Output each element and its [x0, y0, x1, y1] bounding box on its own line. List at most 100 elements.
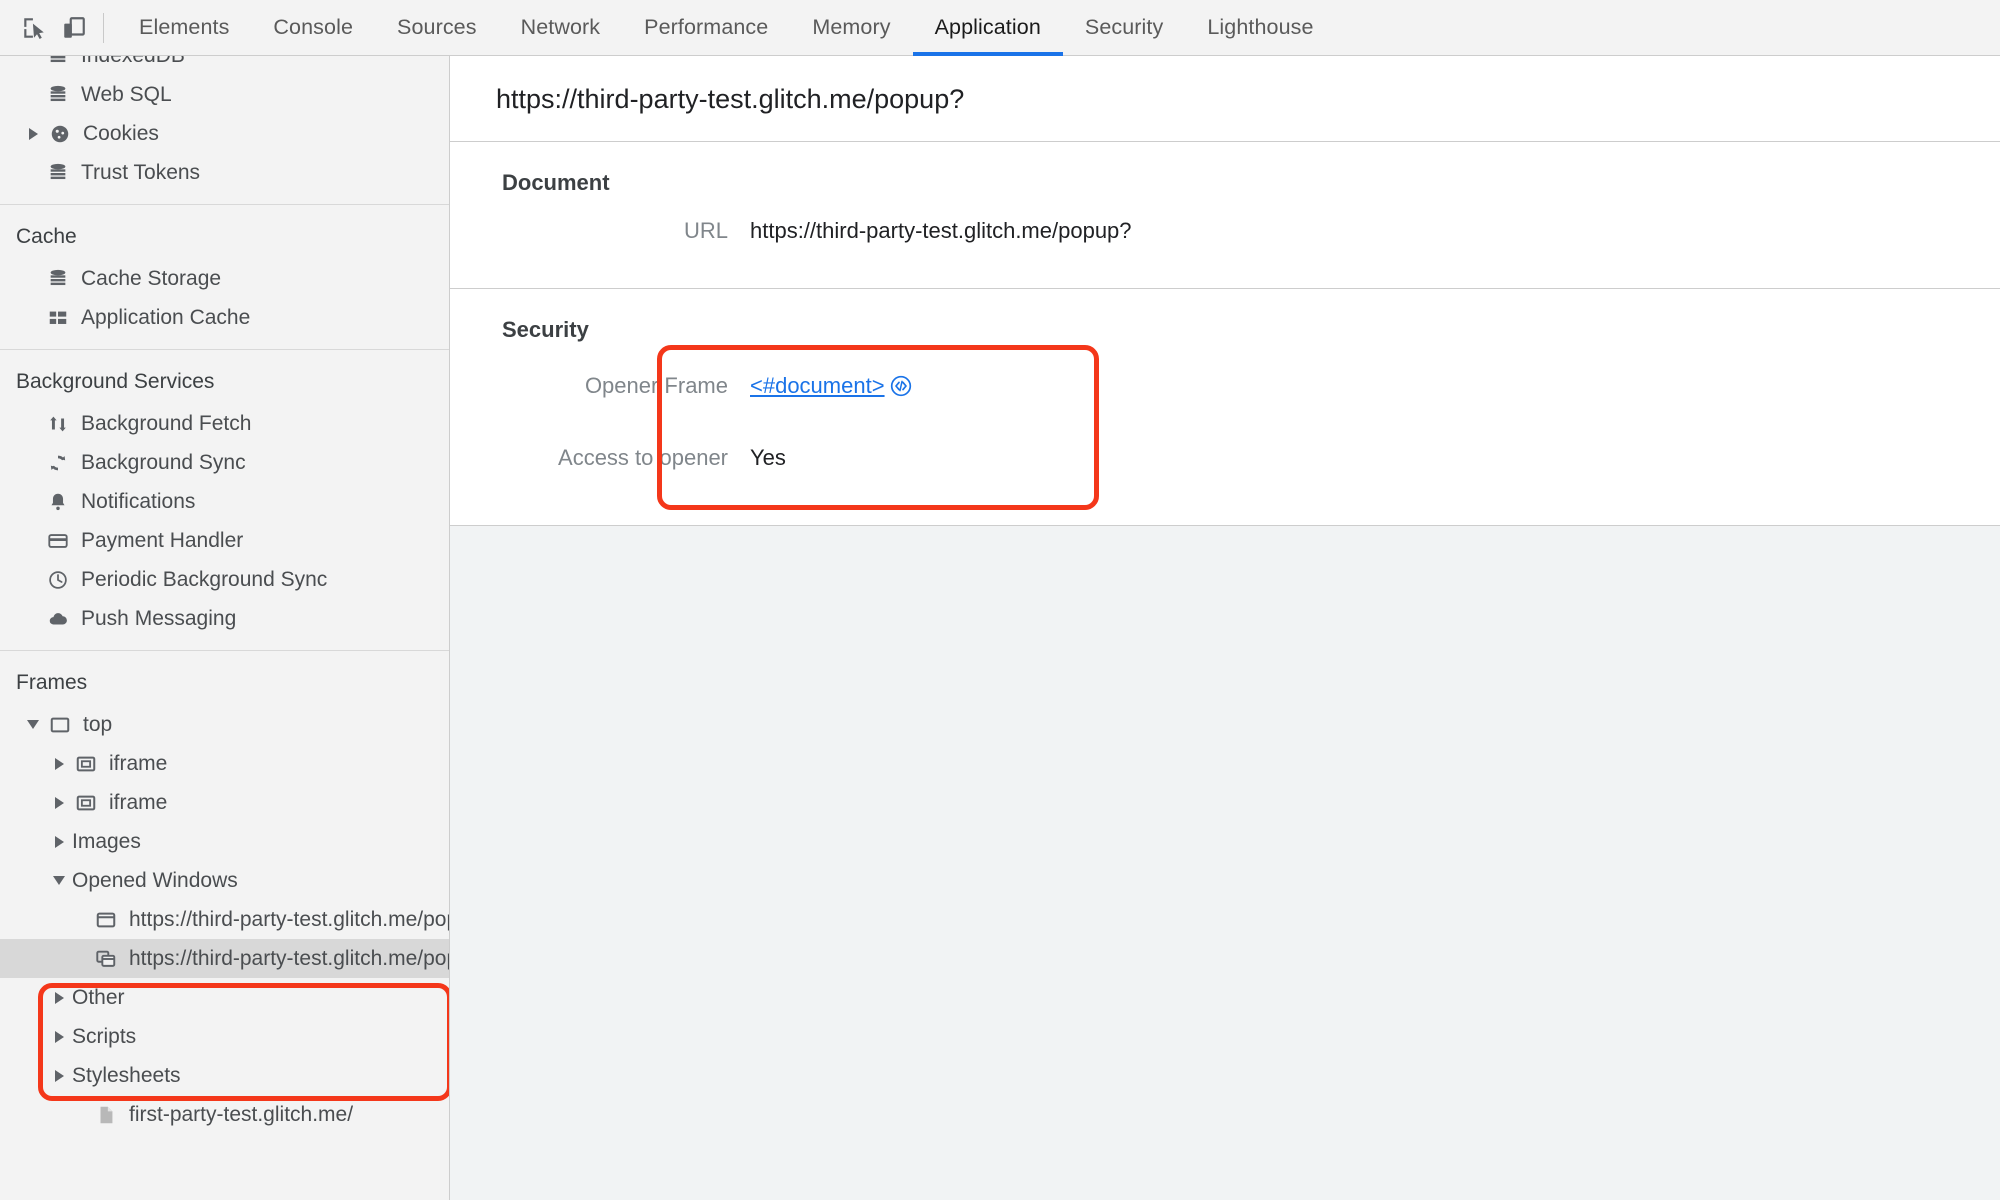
sidebar-item-web-sql[interactable]: Web SQL: [0, 75, 449, 114]
sidebar-item-background-fetch[interactable]: Background Fetch: [0, 404, 449, 443]
chevron-down-icon[interactable]: [22, 720, 44, 729]
sidebar-item-label: https://third-party-test.glitch.me/popup…: [129, 907, 449, 931]
sidebar-item-indexeddb[interactable]: IndexedDB: [0, 56, 449, 75]
frame-icon: [46, 714, 74, 736]
sidebar-item-opened-window-1[interactable]: https://third-party-test.glitch.me/popup…: [0, 900, 449, 939]
inspect-element-icon[interactable]: [14, 8, 54, 48]
sidebar-item-label: Cookies: [83, 121, 159, 145]
document-section: Document URL https://third-party-test.gl…: [450, 142, 2000, 289]
code-circle-icon[interactable]: [889, 374, 913, 398]
chevron-right-icon[interactable]: [48, 991, 70, 1004]
sidebar-item-label: Push Messaging: [81, 606, 237, 630]
database-icon: [44, 162, 72, 184]
tab-label: Lighthouse: [1207, 15, 1314, 39]
device-toolbar-icon[interactable]: [54, 8, 94, 48]
security-section: Security Opener Frame <#document> Access…: [450, 289, 2000, 526]
sidebar-item-cache-storage[interactable]: Cache Storage: [0, 259, 449, 298]
sidebar-item-iframe-2[interactable]: iframe: [0, 783, 449, 822]
database-icon: [44, 268, 72, 290]
iframe-icon: [72, 792, 100, 814]
document-url-value: https://third-party-test.glitch.me/popup…: [750, 218, 1132, 243]
tab-label: Elements: [139, 15, 230, 39]
sidebar-item-opened-window-2[interactable]: https://third-party-test.glitch.me/popup…: [0, 939, 449, 978]
sidebar-item-label: Background Sync: [81, 450, 246, 474]
chevron-right-icon[interactable]: [22, 127, 44, 140]
tab-label: Memory: [812, 15, 891, 39]
panel-tabs: Elements Console Sources Network Perform…: [117, 0, 1336, 56]
application-sidebar[interactable]: IndexedDB Web SQL Cookies: [0, 56, 450, 1200]
sidebar-group-title: Frames: [16, 671, 88, 694]
sidebar-item-label: Scripts: [72, 1024, 137, 1048]
tab-performance[interactable]: Performance: [622, 0, 790, 56]
tab-sources[interactable]: Sources: [375, 0, 499, 56]
tab-console[interactable]: Console: [251, 0, 375, 56]
credit-card-icon: [44, 530, 72, 552]
sidebar-item-label: Opened Windows: [72, 868, 238, 892]
opener-frame-key: Opener Frame: [584, 373, 728, 398]
chevron-right-icon[interactable]: [48, 796, 70, 809]
access-to-opener-key: Access to opener: [558, 445, 728, 470]
cloud-icon: [44, 608, 72, 630]
sidebar-item-opened-windows[interactable]: Opened Windows: [0, 861, 449, 900]
chevron-right-icon[interactable]: [48, 1069, 70, 1082]
tab-lighthouse[interactable]: Lighthouse: [1185, 0, 1335, 56]
sidebar-item-scripts[interactable]: Scripts: [0, 1017, 449, 1056]
sidebar-group-cache: Cache Cache Storage Application Cache: [0, 204, 449, 349]
sidebar-item-label: Cache Storage: [81, 266, 222, 290]
chevron-right-icon[interactable]: [48, 757, 70, 770]
tab-label: Application: [934, 15, 1041, 39]
sidebar-item-cookies[interactable]: Cookies: [0, 114, 449, 153]
sidebar-item-background-sync[interactable]: Background Sync: [0, 443, 449, 482]
devtools-toolbar: Elements Console Sources Network Perform…: [0, 0, 2000, 56]
sidebar-item-iframe-1[interactable]: iframe: [0, 744, 449, 783]
sidebar-item-periodic-background-sync[interactable]: Periodic Background Sync: [0, 560, 449, 599]
bell-icon: [44, 491, 72, 513]
sidebar-item-label: Payment Handler: [81, 528, 244, 552]
sidebar-item-label: Trust Tokens: [81, 160, 201, 184]
tab-memory[interactable]: Memory: [790, 0, 912, 56]
sidebar-item-images[interactable]: Images: [0, 822, 449, 861]
grid-icon: [44, 307, 72, 329]
sidebar-item-notifications[interactable]: Notifications: [0, 482, 449, 521]
opener-frame-row: Opener Frame <#document>: [450, 373, 2000, 399]
access-to-opener-row: Access to opener Yes: [450, 445, 2000, 471]
chevron-down-icon[interactable]: [48, 876, 70, 885]
tab-network[interactable]: Network: [499, 0, 623, 56]
sidebar-item-label: iframe: [109, 751, 168, 775]
clock-icon: [44, 569, 72, 591]
sync-icon: [44, 452, 72, 474]
document-url-key: URL: [683, 218, 728, 243]
tab-label: Network: [520, 15, 601, 39]
document-section-title: Document: [502, 170, 610, 195]
tab-security[interactable]: Security: [1063, 0, 1185, 56]
opener-frame-value: <#document>: [750, 373, 913, 399]
sidebar-item-payment-handler[interactable]: Payment Handler: [0, 521, 449, 560]
up-down-arrows-icon: [44, 413, 72, 435]
chevron-right-icon[interactable]: [48, 835, 70, 848]
document-url-row: URL https://third-party-test.glitch.me/p…: [450, 218, 2000, 244]
tab-label: Performance: [644, 15, 769, 39]
iframe-icon: [72, 753, 100, 775]
toolbar-divider: [103, 12, 104, 43]
sidebar-item-label: Notifications: [81, 489, 196, 513]
sidebar-item-label: Stylesheets: [72, 1063, 181, 1087]
sidebar-item-label: Periodic Background Sync: [81, 567, 328, 591]
sidebar-item-stylesheets[interactable]: Stylesheets: [0, 1056, 449, 1095]
sidebar-item-label: IndexedDB: [81, 56, 185, 68]
sidebar-group-frames: Frames top iframe iframe Images Opened W…: [0, 650, 449, 1146]
chevron-right-icon[interactable]: [48, 1030, 70, 1043]
sidebar-item-trust-tokens[interactable]: Trust Tokens: [0, 153, 449, 192]
tab-label: Console: [273, 15, 354, 39]
security-section-title: Security: [502, 317, 589, 342]
sidebar-item-frame-top[interactable]: top: [0, 705, 449, 744]
tab-application[interactable]: Application: [912, 0, 1064, 56]
sidebar-item-stylesheet-file[interactable]: first-party-test.glitch.me/: [0, 1095, 449, 1134]
sidebar-item-label: Images: [72, 829, 141, 853]
sidebar-item-push-messaging[interactable]: Push Messaging: [0, 599, 449, 638]
tab-elements[interactable]: Elements: [117, 0, 251, 56]
frame-url-heading: https://third-party-test.glitch.me/popup…: [450, 56, 2000, 142]
sidebar-item-application-cache[interactable]: Application Cache: [0, 298, 449, 337]
opener-frame-link[interactable]: <#document>: [750, 373, 885, 399]
sidebar-item-other[interactable]: Other: [0, 978, 449, 1017]
file-icon: [92, 1104, 120, 1126]
